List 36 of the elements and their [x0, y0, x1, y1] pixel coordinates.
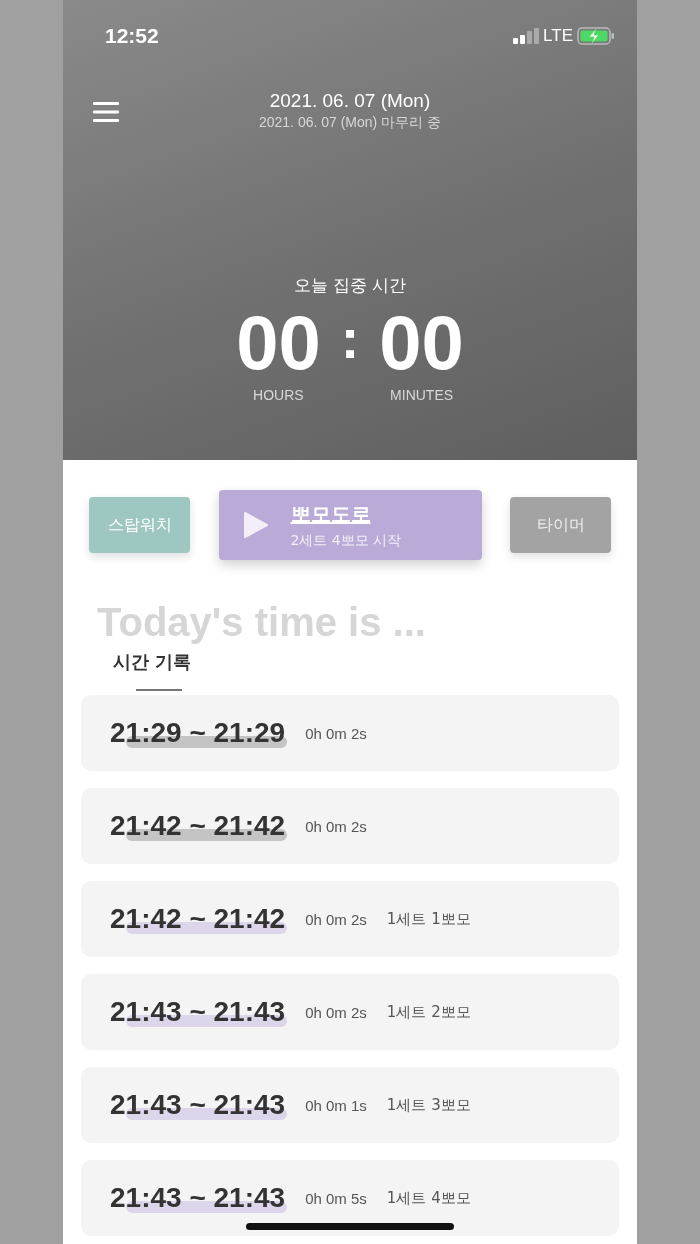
- duration-text: 0h 0m 2s: [305, 817, 367, 835]
- date-title: 2021. 06. 07 (Mon): [269, 90, 431, 112]
- pomodoro-title: 뽀모도로: [290, 500, 371, 528]
- pomodoro-subtitle: 2세트 4뽀모 시작: [290, 531, 402, 550]
- network-label: LTE: [543, 26, 573, 46]
- session-text: 1세트 1뽀모: [386, 909, 471, 929]
- duration-text: 0h 0m 2s: [305, 724, 367, 742]
- section-title: 시간 기록: [113, 650, 192, 674]
- hours-label: HOURS: [253, 387, 304, 403]
- time-range: 21:42 ~ 21:42: [110, 903, 286, 934]
- time-range: 21:43 ~ 21:43: [110, 1089, 286, 1120]
- time-range: 21:43 ~ 21:43: [110, 1182, 286, 1213]
- mode-button[interactable]: 타이머: [510, 497, 611, 553]
- mode-button[interactable]: 스탑워치: [89, 497, 190, 553]
- date-subtitle: 2021. 06. 07 (Mon) 마무리 중: [258, 114, 442, 132]
- focus-label: 오늘 집중 시간: [293, 274, 407, 297]
- session-text: 1세트 2뽀모: [386, 1002, 471, 1022]
- session-text: 1세트 4뽀모: [386, 1188, 471, 1208]
- session-text: 1세트 3뽀모: [386, 1095, 471, 1115]
- play-icon: [242, 511, 269, 539]
- duration-text: 0h 0m 1s: [305, 1096, 367, 1114]
- time-range: 21:42 ~ 21:42: [110, 810, 286, 841]
- minutes-value: 00: [379, 301, 464, 385]
- time-range: 21:43 ~ 21:43: [110, 996, 286, 1027]
- time-range: 21:29 ~ 21:29: [110, 717, 286, 748]
- time-separator: :: [340, 306, 360, 372]
- duration-text: 0h 0m 5s: [305, 1189, 367, 1207]
- menu-icon[interactable]: [93, 102, 119, 122]
- duration-text: 0h 0m 2s: [305, 910, 367, 928]
- mode-button[interactable]: 뽀모도로 2세트 4뽀모 시작: [218, 490, 482, 560]
- hours-value: 00: [236, 301, 321, 385]
- battery-charging-icon: [577, 27, 615, 45]
- status-time: 12:52: [105, 24, 159, 48]
- duration-text: 0h 0m 2s: [305, 1003, 367, 1021]
- minutes-label: MINUTES: [390, 387, 454, 403]
- signal-icon: [513, 28, 540, 44]
